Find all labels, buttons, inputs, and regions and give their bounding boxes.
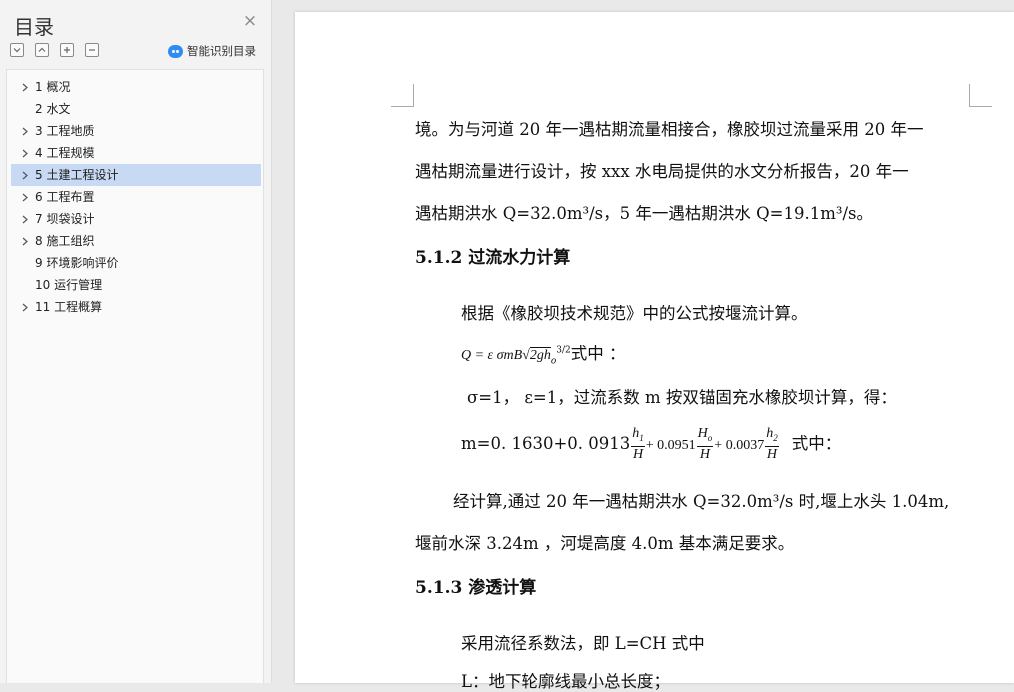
formula-subscript: o xyxy=(550,356,557,367)
formula-term: + 0.0951 xyxy=(645,438,696,453)
paragraph-line: 遇枯期流量进行设计，按 xxx 水电局提供的水文分析报告，20 年一 xyxy=(415,162,909,181)
formula-exponent: 3/2 xyxy=(556,345,571,356)
toc-item[interactable]: 1 概况 xyxy=(11,76,261,98)
paragraph-line: L：地下轮廓线最小总长度； xyxy=(461,672,670,691)
chevron-right-icon[interactable] xyxy=(19,208,31,230)
toc-item-label: 2 水文 xyxy=(35,102,71,116)
section-heading: 5.1.2 过流水力计算 xyxy=(415,248,571,268)
formula-term: + 0.0037 xyxy=(714,438,765,453)
fraction: Ho H xyxy=(696,426,714,463)
collapse-all-icon[interactable] xyxy=(35,43,49,57)
formula-term: 2gh xyxy=(529,347,551,363)
toc-toolbar xyxy=(10,43,99,59)
close-icon[interactable]: × xyxy=(241,12,259,30)
toc-item-label: 6 工程布置 xyxy=(35,190,95,204)
toc-item-label: 3 工程地质 xyxy=(35,124,95,138)
toc-list: 1 概况 2 水文 3 工程地质 4 工程规模 5 土建工程设计 6 工程布置 … xyxy=(6,69,264,683)
paragraph-line: 堰前水深 3.24m ，河堤高度 4.0m 基本满足要求。 xyxy=(415,534,795,553)
toc-sidebar: 目录 × 智能识别目录 1 概况 2 水文 3 工程地质 4 工程规模 5 土建… xyxy=(0,0,272,683)
formula-term: Q = ε σmB xyxy=(461,348,523,363)
paragraph-line: 采用流径系数法，即 L=CH 式中 xyxy=(461,634,705,653)
paragraph-line: 境。为与河道 20 年一遇枯期流量相接合，橡胶坝过流量采用 20 年一 xyxy=(415,120,924,139)
toc-item[interactable]: 7 坝袋设计 xyxy=(11,208,261,230)
paragraph-line: σ=1， ε=1，过流系数 m 按双锚固充水橡胶坝计算，得： xyxy=(467,388,897,407)
expand-all-icon[interactable] xyxy=(10,43,24,57)
toc-item[interactable]: 9 环境影响评价 xyxy=(11,252,261,274)
sqrt-icon: √ xyxy=(522,348,530,363)
toc-item-label: 10 运行管理 xyxy=(35,278,103,292)
fraction-denominator: H xyxy=(632,446,644,462)
crop-mark xyxy=(969,84,992,107)
toc-item-label: 8 施工组织 xyxy=(35,234,95,248)
chevron-right-icon[interactable] xyxy=(19,164,31,186)
formula-coefficient: m=0. 1630+0. 0913 h1 H + 0.0951 Ho H + 0.0037 h… xyxy=(461,424,841,466)
fraction: h2 H xyxy=(765,426,779,463)
formula-term: m=0. 1630+0. 0913 xyxy=(461,434,631,453)
document-page[interactable]: 境。为与河道 20 年一遇枯期流量相接合，橡胶坝过流量采用 20 年一 遇枯期流… xyxy=(295,12,1014,691)
fraction-subscript: 1 xyxy=(639,432,644,443)
toc-item[interactable]: 2 水文 xyxy=(11,98,261,120)
toc-item-label: 9 环境影响评价 xyxy=(35,256,119,270)
chevron-right-icon[interactable] xyxy=(19,120,31,142)
formula-suffix: 式中 ： xyxy=(570,344,626,363)
smart-toc-button[interactable]: 智能识别目录 xyxy=(168,43,256,59)
fraction-subscript: 2 xyxy=(773,432,778,443)
toc-item[interactable]: 8 施工组织 xyxy=(11,230,261,252)
toc-item[interactable]: 10 运行管理 xyxy=(11,274,261,296)
smart-toc-label: 智能识别目录 xyxy=(187,44,256,58)
chevron-right-icon[interactable] xyxy=(19,142,31,164)
toc-item[interactable]: 4 工程规模 xyxy=(11,142,261,164)
toc-item-label: 1 概况 xyxy=(35,80,71,94)
chevron-right-icon[interactable] xyxy=(19,76,31,98)
toc-item-label: 11 工程概算 xyxy=(35,300,103,314)
chevron-right-icon[interactable] xyxy=(19,296,31,318)
toc-item-label: 5 土建工程设计 xyxy=(35,168,119,182)
fraction-denominator: H xyxy=(766,446,778,462)
sidebar-title: 目录 xyxy=(14,15,54,39)
fraction-numerator: H xyxy=(697,426,708,442)
toc-item-label: 4 工程规模 xyxy=(35,146,95,160)
fraction-denominator: H xyxy=(699,446,711,462)
paragraph-line: 经计算,通过 20 年一遇枯期洪水 Q=32.0m³/s 时,堰上水头 1.04… xyxy=(453,492,950,511)
paragraph-line: 根据《橡胶坝技术规范》中的公式按堰流计算。 xyxy=(461,304,808,323)
chevron-right-icon[interactable] xyxy=(19,230,31,252)
toc-item[interactable]: 3 工程地质 xyxy=(11,120,261,142)
smart-recognize-icon xyxy=(168,44,183,58)
document-scroll-area[interactable]: 境。为与河道 20 年一遇枯期流量相接合，橡胶坝过流量采用 20 年一 遇枯期流… xyxy=(273,0,1014,691)
chevron-right-icon[interactable] xyxy=(19,186,31,208)
formula-discharge: Q = ε σmB√2gho3/2式中 ： xyxy=(461,340,625,366)
section-heading: 5.1.3 渗透计算 xyxy=(415,578,537,598)
toc-item-active[interactable]: 5 土建工程设计 xyxy=(11,164,261,186)
paragraph-line: 遇枯期洪水 Q=32.0m³/s，5 年一遇枯期洪水 Q=19.1m³/s。 xyxy=(415,204,873,223)
crop-mark xyxy=(391,84,414,107)
remove-heading-icon[interactable] xyxy=(85,43,99,57)
fraction-subscript: o xyxy=(707,432,713,443)
toc-item-label: 7 坝袋设计 xyxy=(35,212,95,226)
toc-item[interactable]: 6 工程布置 xyxy=(11,186,261,208)
fraction: h1 H xyxy=(631,426,645,463)
add-heading-icon[interactable] xyxy=(60,43,74,57)
toc-item[interactable]: 11 工程概算 xyxy=(11,296,261,318)
formula-suffix: 式中： xyxy=(791,434,842,453)
